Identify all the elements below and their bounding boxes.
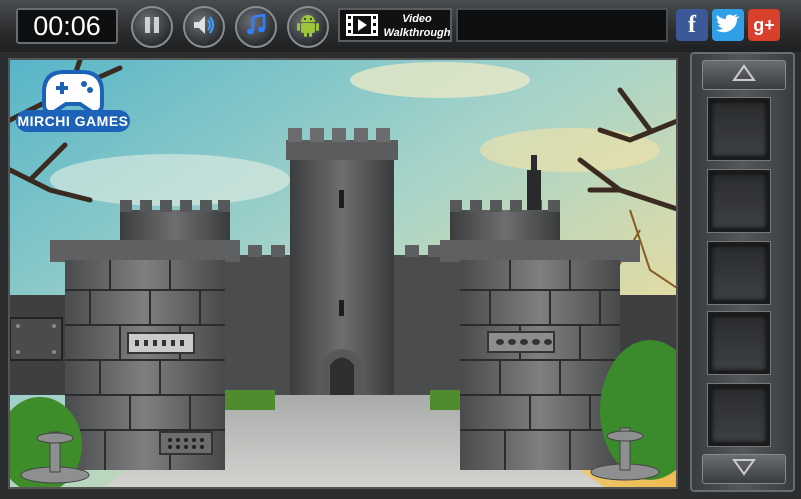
film-icon [346,14,378,41]
twitter-icon [716,13,740,38]
inventory-slot[interactable] [708,384,770,446]
sound-icon [192,14,216,41]
inventory-slot[interactable] [708,98,770,160]
pause-icon [142,15,162,40]
inventory-panel [690,52,795,492]
top-bar: 00:06 Video Walkthrough f g+ [0,0,801,52]
sound-button[interactable] [183,6,225,48]
inventory-slot[interactable] [708,312,770,374]
music-button[interactable] [235,6,277,48]
googleplus-button[interactable]: g+ [748,9,780,41]
video-walkthrough-button[interactable]: Video Walkthrough [338,8,452,42]
logo-text: MIRCHI GAMES [16,110,130,132]
facebook-button[interactable]: f [676,9,708,41]
game-scene[interactable]: MIRCHI GAMES [8,58,678,489]
googleplus-icon: g+ [753,14,775,35]
inventory-slot[interactable] [708,170,770,232]
scroll-down-icon [732,458,756,481]
timer-display: 00:06 [16,8,118,44]
message-bar [456,8,668,42]
video-label-line1: Video [402,13,432,25]
video-label-line2: Walkthrough [383,27,451,39]
inventory-up-button[interactable] [702,60,786,90]
video-walkthrough-label: Video Walkthrough [382,12,452,40]
twitter-button[interactable] [712,9,744,41]
android-icon [296,12,320,43]
scroll-up-icon [732,63,756,87]
inventory-slot[interactable] [708,242,770,304]
music-icon [245,13,267,41]
android-button[interactable] [287,6,329,48]
inventory-down-button[interactable] [702,454,786,484]
mirchi-games-logo[interactable]: MIRCHI GAMES [14,62,132,136]
facebook-icon: f [688,11,696,38]
pause-button[interactable] [131,6,173,48]
